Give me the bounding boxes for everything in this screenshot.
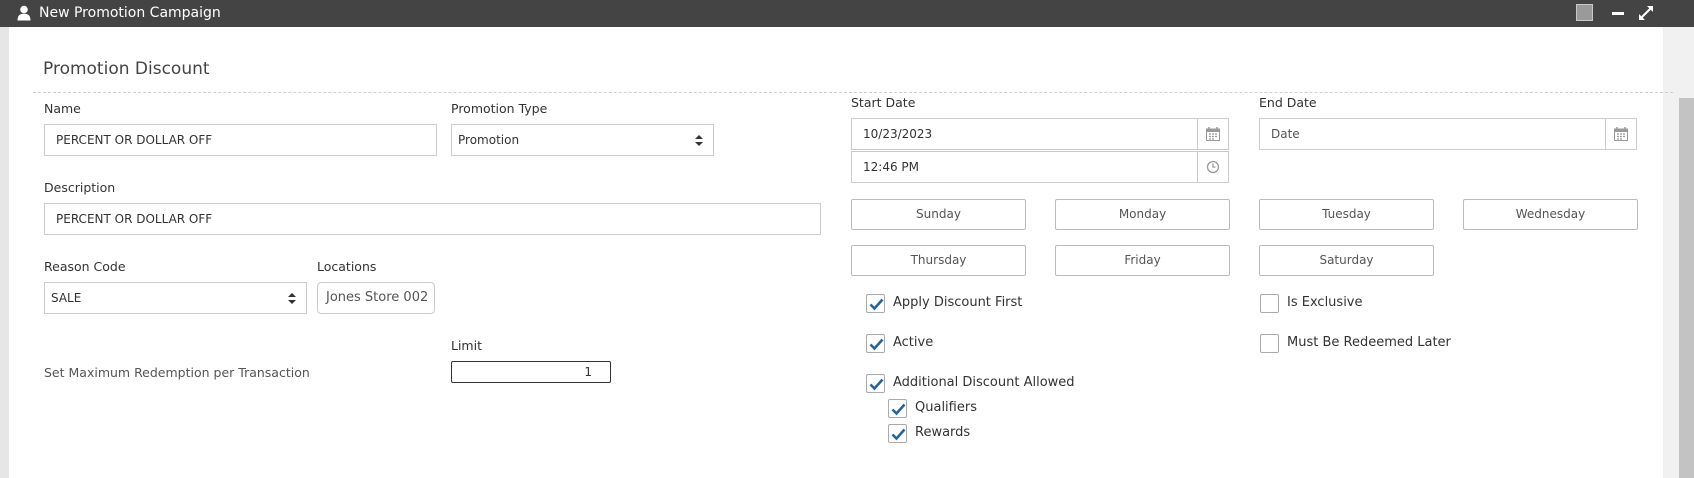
maximize-icon[interactable] [1636, 3, 1656, 23]
calendar-icon [1206, 127, 1220, 141]
calendar-button[interactable] [1197, 119, 1228, 149]
section-title: Promotion Discount [43, 59, 210, 79]
additional-discount-checkbox[interactable] [866, 374, 885, 393]
name-input[interactable]: PERCENT OR DOLLAR OFF [44, 124, 437, 156]
left-gutter [0, 27, 9, 478]
window-title: New Promotion Campaign [39, 5, 221, 21]
description-label: Description [44, 180, 116, 195]
qualifiers-label: Qualifiers [915, 400, 977, 415]
window-titlebar: New Promotion Campaign [0, 0, 1694, 27]
checkmark-icon [891, 403, 906, 416]
day-button-thursday[interactable]: Thursday [851, 245, 1026, 276]
description-input[interactable]: PERCENT OR DOLLAR OFF [44, 203, 821, 235]
minimize-icon[interactable] [1608, 3, 1628, 23]
promotion-type-select[interactable]: Promotion [451, 124, 714, 156]
end-date-label: End Date [1259, 95, 1317, 110]
must-be-redeemed-later-label: Must Be Redeemed Later [1287, 335, 1451, 350]
checkmark-icon [869, 338, 884, 351]
start-time-input[interactable]: 12:46 PM [851, 151, 1229, 183]
day-button-tuesday[interactable]: Tuesday [1259, 199, 1434, 230]
clock-icon [1206, 160, 1220, 174]
day-button-sunday[interactable]: Sunday [851, 199, 1026, 230]
additional-discount-label: Additional Discount Allowed [893, 375, 1075, 390]
section-divider [33, 92, 1673, 93]
window-menu-button[interactable] [1576, 4, 1593, 21]
active-label: Active [893, 335, 934, 350]
start-date-value: 10/23/2023 [863, 127, 933, 141]
user-icon [17, 5, 31, 21]
end-date-input[interactable]: Date [1259, 118, 1637, 150]
limit-input[interactable]: 1 [451, 361, 611, 383]
time-button[interactable] [1197, 152, 1228, 182]
day-button-monday[interactable]: Monday [1055, 199, 1230, 230]
rewards-label: Rewards [915, 425, 971, 440]
name-label: Name [44, 101, 81, 116]
apply-discount-first-checkbox[interactable] [866, 294, 885, 313]
is-exclusive-checkbox[interactable] [1260, 294, 1279, 313]
checkmark-icon [891, 428, 906, 441]
apply-discount-first-label: Apply Discount First [893, 295, 1023, 310]
locations-input[interactable]: Jones Store 002 [317, 282, 435, 314]
limit-label: Limit [451, 338, 482, 353]
reason-code-label: Reason Code [44, 259, 126, 274]
qualifiers-checkbox[interactable] [888, 399, 907, 418]
start-time-value: 12:46 PM [863, 160, 919, 174]
locations-label: Locations [317, 259, 377, 274]
day-button-wednesday[interactable]: Wednesday [1463, 199, 1638, 230]
day-button-friday[interactable]: Friday [1055, 245, 1230, 276]
reason-code-select[interactable]: SALE [44, 282, 307, 314]
promotion-type-label: Promotion Type [451, 101, 548, 116]
checkmark-icon [869, 298, 884, 311]
calendar-icon [1614, 127, 1628, 141]
calendar-button[interactable] [1605, 119, 1636, 149]
active-checkbox[interactable] [866, 334, 885, 353]
select-arrows-icon [288, 293, 296, 304]
day-button-saturday[interactable]: Saturday [1259, 245, 1434, 276]
scrollbar-thumb[interactable] [1679, 98, 1694, 478]
end-date-placeholder: Date [1271, 127, 1300, 141]
rewards-checkbox[interactable] [888, 424, 907, 443]
start-date-label: Start Date [851, 95, 916, 110]
checkmark-icon [869, 378, 884, 391]
must-be-redeemed-later-checkbox[interactable] [1260, 334, 1279, 353]
is-exclusive-label: Is Exclusive [1287, 295, 1363, 310]
reason-code-value: SALE [51, 291, 82, 305]
select-arrows-icon [695, 135, 703, 146]
max-redemption-label: Set Maximum Redemption per Transaction [44, 365, 310, 380]
start-date-input[interactable]: 10/23/2023 [851, 118, 1229, 150]
promotion-type-value: Promotion [458, 133, 520, 147]
